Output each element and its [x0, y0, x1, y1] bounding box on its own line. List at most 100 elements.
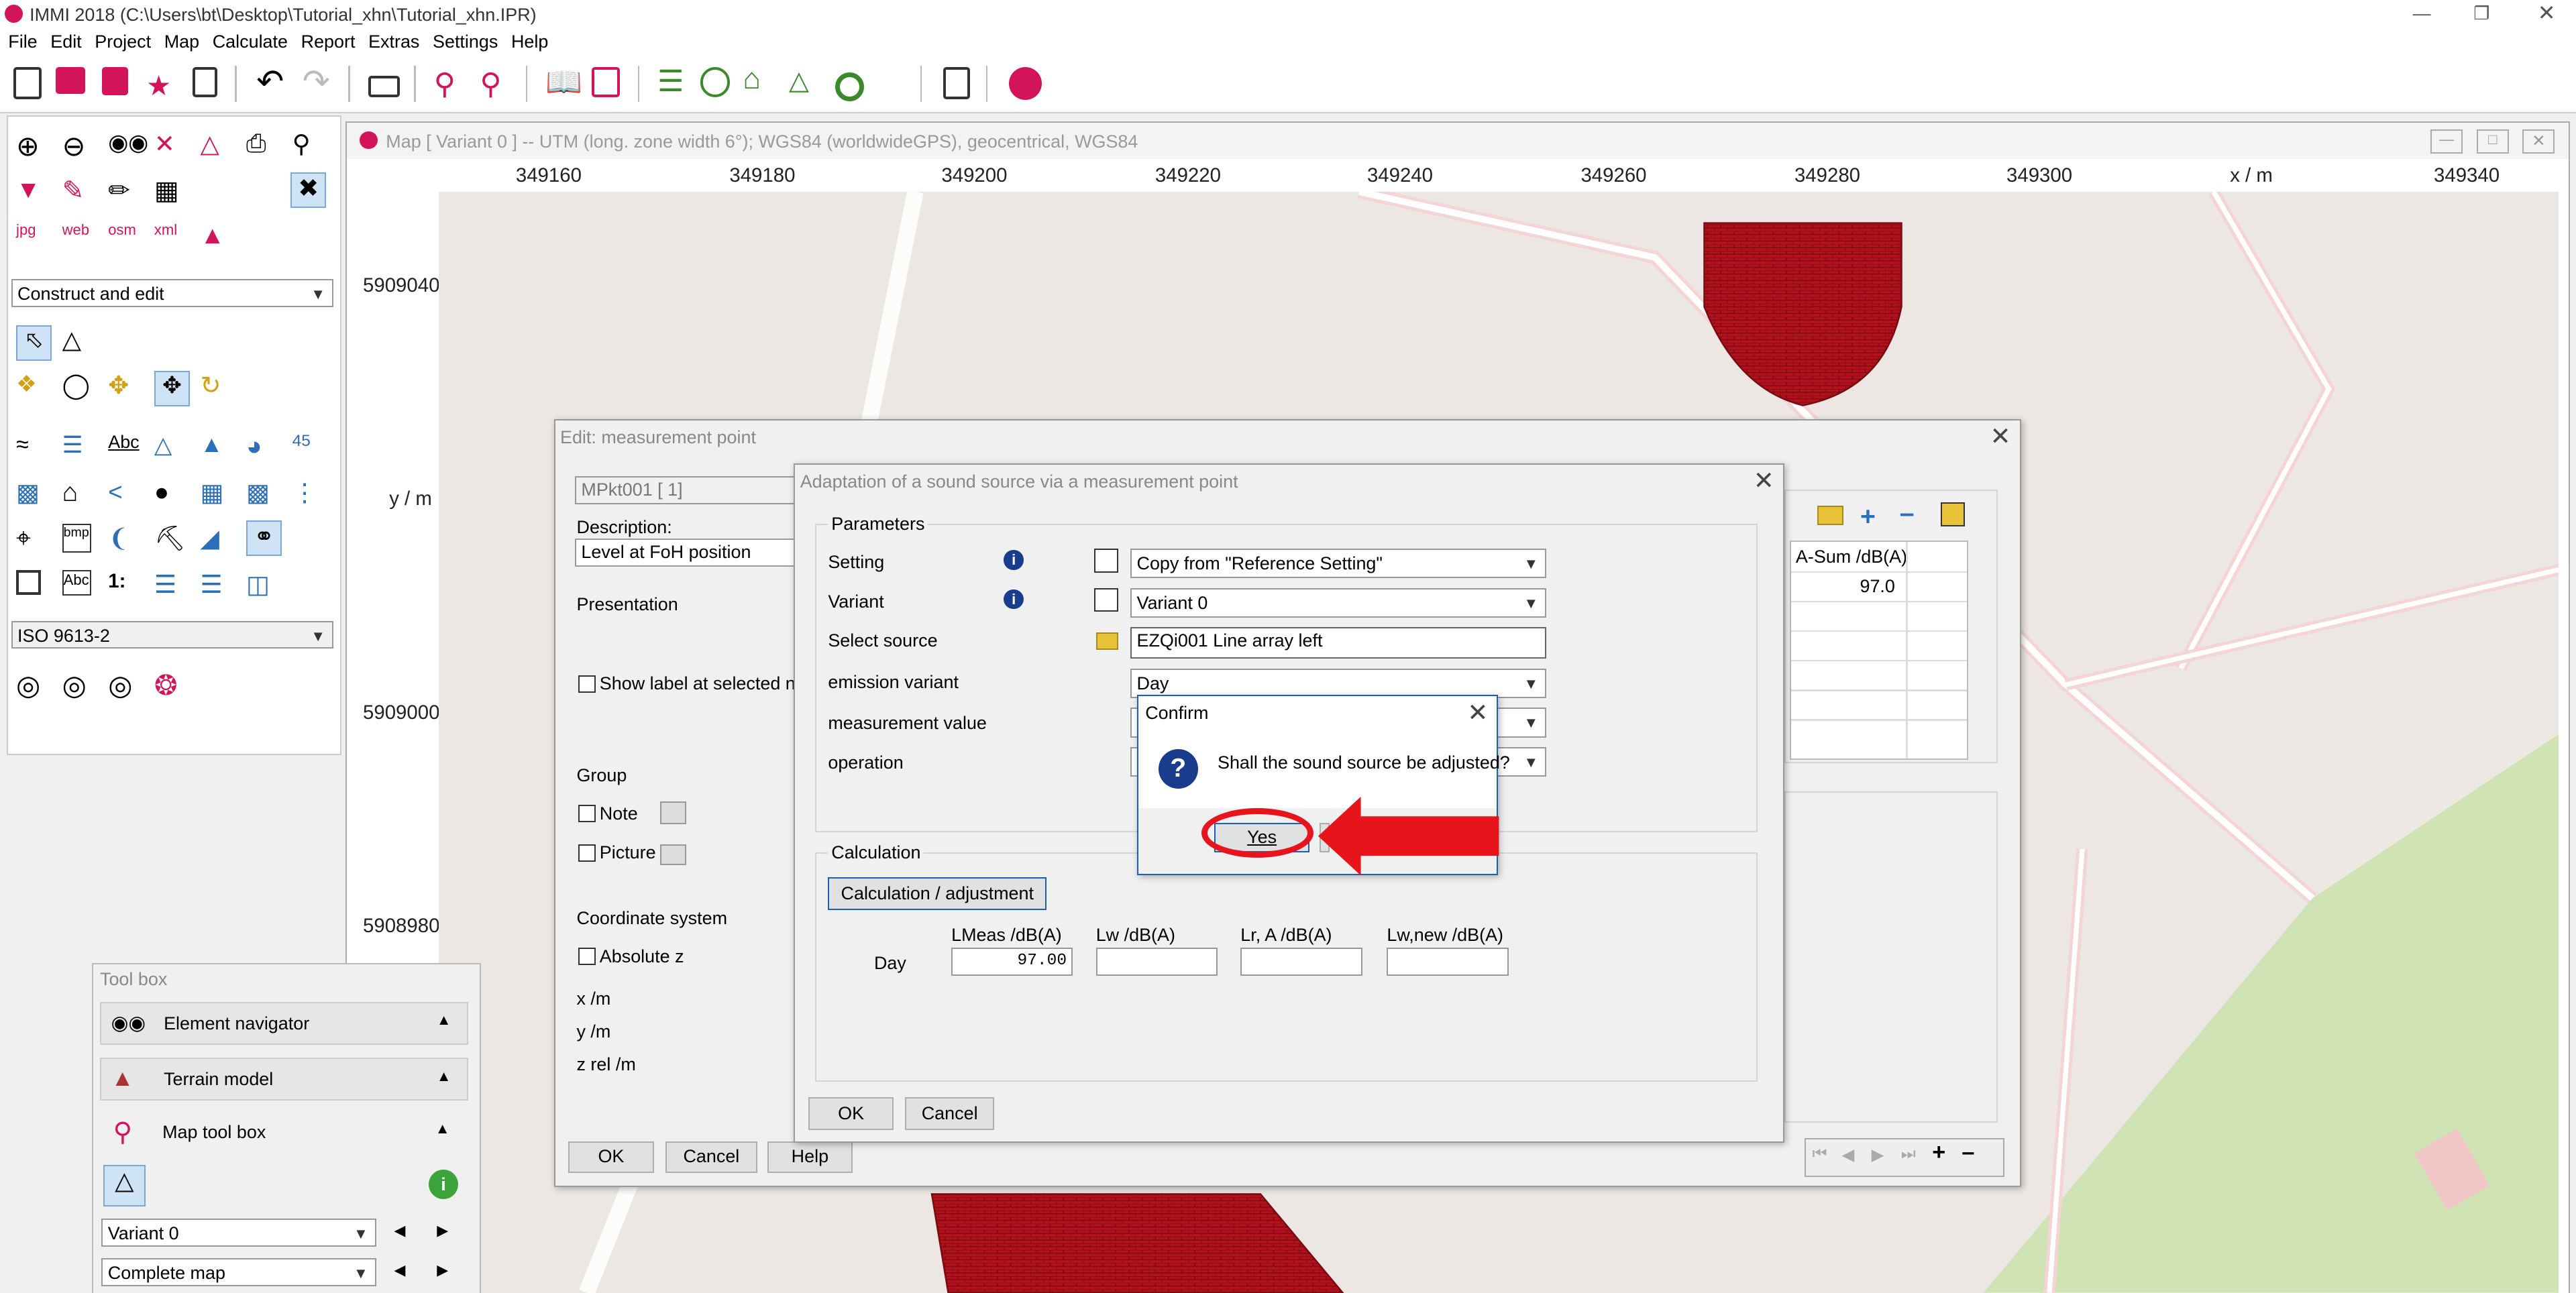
text-annotate-icon[interactable]: △: [200, 129, 233, 162]
construct-line-icon[interactable]: △: [62, 325, 95, 358]
open-project-icon[interactable]: [56, 67, 86, 94]
move-points-icon[interactable]: ✥: [154, 371, 190, 407]
picture-checkbox[interactable]: [578, 844, 596, 862]
print-icon[interactable]: ⎙: [246, 129, 279, 162]
terrain-model-item[interactable]: ▲ Terrain model ▲: [99, 1058, 468, 1101]
move-icon[interactable]: ✥: [108, 371, 141, 404]
list2-icon[interactable]: ☰: [200, 570, 233, 603]
setting-select[interactable]: Copy from "Reference Setting" ▼: [1130, 548, 1546, 578]
save-icon[interactable]: [101, 67, 129, 96]
adapt-cancel-button[interactable]: Cancel: [905, 1097, 994, 1131]
map-pin-edit-icon[interactable]: ⚲: [480, 67, 513, 101]
immi-logo-icon[interactable]: [1009, 67, 1042, 101]
wall-icon[interactable]: ▩: [16, 478, 49, 511]
element-navigator-item[interactable]: ◉◉ Element navigator ▲: [99, 1002, 468, 1045]
angle-45-icon[interactable]: 45: [292, 432, 325, 465]
document-icon[interactable]: [192, 67, 218, 98]
absolute-z-checkbox[interactable]: [578, 948, 596, 966]
map-maximize-icon[interactable]: □: [2476, 129, 2509, 154]
restore-icon[interactable]: ❐: [2473, 3, 2489, 24]
list-icon[interactable]: ☰: [154, 570, 187, 603]
t-bar-icon[interactable]: ⛏: [154, 524, 187, 557]
map-select[interactable]: Complete map ▼: [101, 1258, 376, 1286]
close-window-icon[interactable]: ✕: [2538, 0, 2556, 25]
menu-map[interactable]: Map: [156, 30, 204, 52]
map-tool-box-item[interactable]: ⚲ Map tool box ▲: [99, 1112, 468, 1155]
redo-icon[interactable]: ↷: [303, 62, 335, 100]
menu-help[interactable]: Help: [503, 30, 553, 52]
close-icon[interactable]: ✕: [1754, 466, 1774, 495]
expand-icon[interactable]: ▲: [437, 1068, 451, 1085]
measure-icon[interactable]: ✕: [154, 129, 187, 162]
map-next-icon[interactable]: ▶: [437, 1261, 448, 1279]
menu-report[interactable]: Report: [292, 30, 360, 52]
settings-sliders-icon[interactable]: ☰: [657, 64, 690, 98]
map-minimize-icon[interactable]: —: [2430, 129, 2463, 154]
calc-section-icon[interactable]: ◎: [108, 669, 141, 701]
adapt-ok-button[interactable]: OK: [808, 1097, 894, 1131]
columns-icon[interactable]: ◫: [246, 570, 279, 603]
grid-globe-icon[interactable]: [700, 67, 731, 98]
open-folder-icon[interactable]: [1095, 632, 1119, 650]
open-folder-icon[interactable]: [1817, 506, 1843, 525]
next-record-icon[interactable]: ▶: [1872, 1145, 1884, 1165]
add-record-icon[interactable]: +: [1932, 1139, 1945, 1166]
reflector-icon[interactable]: ▦: [200, 478, 233, 511]
line-source-icon[interactable]: ❨: [108, 524, 141, 557]
lwnew-input[interactable]: [1387, 948, 1509, 976]
undo-icon[interactable]: ↶: [256, 62, 289, 100]
setting-info-icon[interactable]: i: [1004, 550, 1024, 570]
select-source-input[interactable]: EZQi001 Line array left: [1130, 627, 1546, 659]
road-icon[interactable]: ≈: [16, 432, 49, 465]
export-xml-icon[interactable]: xml: [154, 221, 187, 254]
zoom-in-icon[interactable]: ⊕: [16, 129, 49, 162]
terrain-line-icon[interactable]: ▲: [200, 432, 233, 465]
info-icon[interactable]: i: [428, 1169, 459, 1200]
calc-point-icon[interactable]: ◎: [16, 669, 49, 701]
mode-select[interactable]: Construct and edit ▼: [11, 279, 333, 307]
menu-settings[interactable]: Settings: [425, 30, 503, 52]
map-close-icon[interactable]: ✕: [2522, 129, 2555, 154]
first-record-icon[interactable]: ⏮: [1812, 1145, 1827, 1164]
menu-project[interactable]: Project: [87, 30, 156, 52]
table-icon[interactable]: [592, 67, 621, 98]
menu-calculate[interactable]: Calculate: [204, 30, 292, 52]
emission-variant-select[interactable]: Day ▼: [1130, 668, 1546, 698]
tree-icon[interactable]: ●: [154, 478, 187, 511]
variant-edit-icon[interactable]: [1094, 587, 1119, 612]
construct-tools-icon[interactable]: ✖: [290, 172, 327, 208]
point-source-icon[interactable]: ⋮: [292, 478, 325, 511]
setting-edit-icon[interactable]: [1094, 548, 1119, 573]
keyboard-icon[interactable]: [368, 75, 400, 98]
zoom-out-icon[interactable]: ⊖: [62, 129, 95, 162]
menu-extras[interactable]: Extras: [360, 30, 425, 52]
remove-icon[interactable]: –: [1900, 499, 1915, 528]
new-project-icon[interactable]: [13, 67, 42, 99]
edit-ok-button[interactable]: OK: [568, 1141, 654, 1173]
select-cursor-icon[interactable]: ⬁: [16, 325, 52, 361]
lr-input[interactable]: [1240, 948, 1362, 976]
expand-icon[interactable]: ▲: [437, 1011, 451, 1029]
contour-icon[interactable]: △: [154, 432, 187, 465]
lmeas-input[interactable]: 97.00: [951, 948, 1073, 976]
add-icon[interactable]: +: [1860, 502, 1876, 532]
description-input[interactable]: Level at FoH position: [575, 539, 806, 567]
rotate-icon[interactable]: ↻: [200, 371, 233, 404]
building-icon[interactable]: ⌂: [62, 478, 95, 511]
edit-help-button[interactable]: Help: [767, 1141, 853, 1173]
binoculars-icon[interactable]: ◉◉: [108, 129, 148, 162]
calc-grid-icon[interactable]: ◎: [62, 669, 95, 701]
picture-edit-icon[interactable]: [660, 844, 686, 865]
calc-special-icon[interactable]: ❂: [154, 669, 187, 701]
search-list-icon[interactable]: ⚲: [292, 129, 325, 162]
export-table-icon[interactable]: [1940, 502, 1965, 527]
grid-icon[interactable]: ▦: [154, 176, 187, 209]
close-icon[interactable]: ✕: [1467, 698, 1488, 727]
expand-icon[interactable]: ▲: [435, 1120, 450, 1137]
construct-line-icon[interactable]: △: [103, 1164, 146, 1207]
close-icon[interactable]: ✕: [1990, 422, 2010, 451]
prev-record-icon[interactable]: ◀: [1842, 1145, 1855, 1165]
remove-record-icon[interactable]: –: [1962, 1139, 1974, 1166]
home-icon[interactable]: ⌂: [743, 62, 775, 95]
variant-prev-icon[interactable]: ◀: [394, 1222, 406, 1239]
